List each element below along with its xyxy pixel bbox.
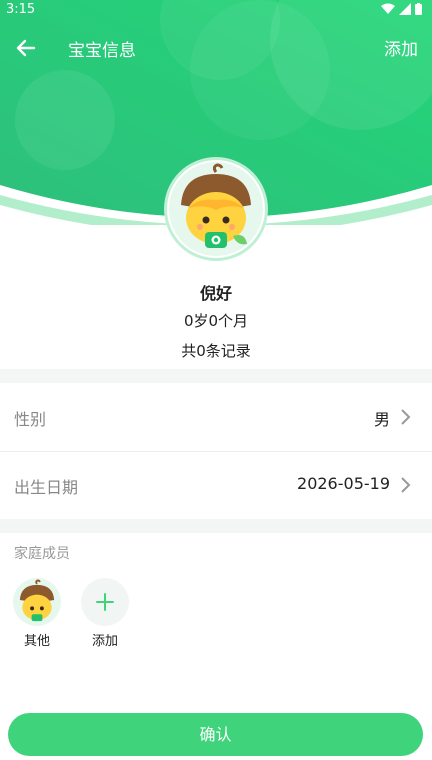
wifi-icon xyxy=(381,3,395,14)
add-button[interactable]: 添加 xyxy=(384,35,418,60)
chevron-right-icon xyxy=(401,409,411,425)
record-count: 共0条记录 xyxy=(181,342,251,360)
arrow-left-icon xyxy=(16,39,36,57)
baby-avatar[interactable] xyxy=(167,160,265,258)
birth-date-label: 出生日期 xyxy=(14,478,79,497)
signal-icon xyxy=(399,3,411,15)
section-divider xyxy=(0,369,432,383)
top-bar: 宝宝信息 添加 xyxy=(0,26,432,66)
status-bar: 3:15 xyxy=(0,0,432,22)
chevron-right-icon xyxy=(401,477,411,493)
confirm-button[interactable]: 确认 xyxy=(8,713,423,756)
plus-icon xyxy=(96,593,114,611)
status-icons xyxy=(381,3,422,15)
back-button[interactable] xyxy=(12,34,40,62)
acorn-character-icon xyxy=(13,578,61,626)
birth-date-row[interactable]: 出生日期 2026-05-19 xyxy=(0,452,432,518)
add-member-button[interactable]: 添加 xyxy=(80,578,130,649)
gender-label: 性别 xyxy=(14,410,47,429)
battery-icon xyxy=(415,3,422,15)
member-label: 其他 xyxy=(23,634,50,649)
acorn-character-icon xyxy=(169,162,263,256)
birth-date-value: 2026-05-19 xyxy=(297,474,390,493)
gender-value: 男 xyxy=(373,410,390,429)
page-title: 宝宝信息 xyxy=(68,41,136,61)
family-title: 家庭成员 xyxy=(14,546,70,562)
gender-row[interactable]: 性别 男 xyxy=(0,384,432,450)
member-avatar xyxy=(13,578,61,626)
baby-name: 倪好 xyxy=(199,284,232,303)
section-divider xyxy=(0,519,432,533)
add-member-label: 添加 xyxy=(91,634,118,649)
family-member[interactable]: 其他 xyxy=(12,578,62,649)
status-time: 3:15 xyxy=(6,2,36,17)
baby-age: 0岁0个月 xyxy=(183,312,249,330)
add-member-circle xyxy=(81,578,129,626)
